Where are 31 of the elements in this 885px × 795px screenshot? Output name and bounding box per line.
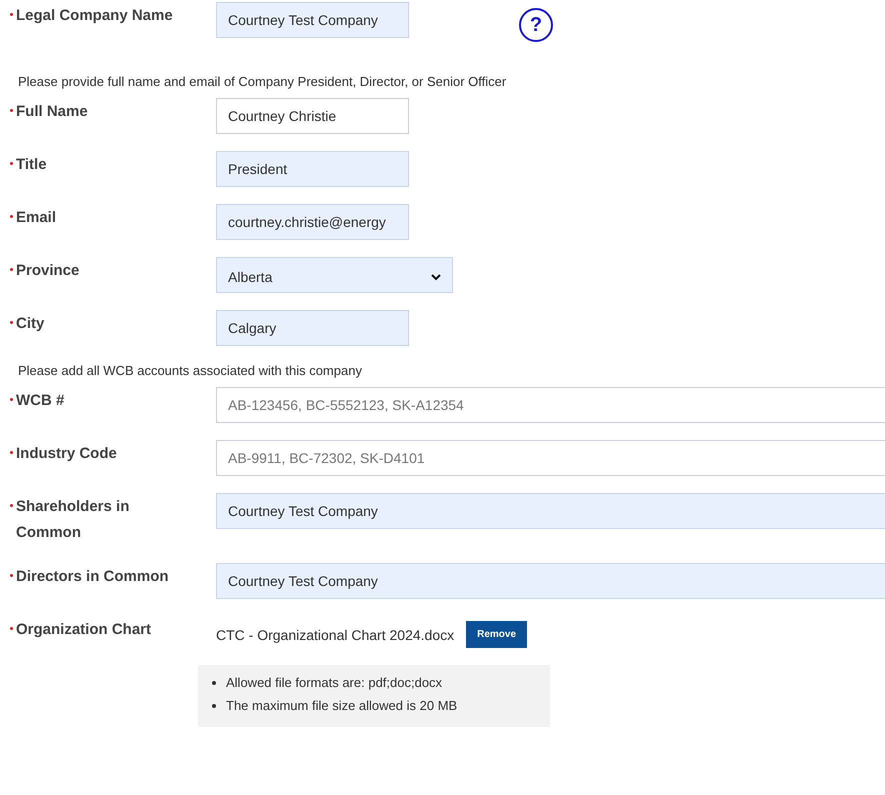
input-field[interactable]: Courtney Test Company xyxy=(216,493,885,529)
field-label: Directors in Common xyxy=(16,567,169,587)
instruction-text: Please add all WCB accounts associated with this company xyxy=(18,363,363,378)
rule-text: The maximum file size allowed is 20 MB xyxy=(226,697,458,715)
chevron-down-icon xyxy=(431,274,441,280)
rule-text: Allowed file formats are: pdf;doc;docx xyxy=(226,674,442,692)
field-label: Full Name xyxy=(16,102,88,122)
file-name: CTC - Organizational Chart 2024.docx xyxy=(216,626,454,642)
field-label: WCB # xyxy=(16,391,64,411)
field-label: Shareholders in Common xyxy=(16,497,130,543)
help-button[interactable]: ? xyxy=(519,8,553,42)
instruction-text: Please provide full name and email of Company President, Director, or Senior Officer xyxy=(18,74,508,89)
field-label: Title xyxy=(16,155,47,175)
bullet-icon xyxy=(212,680,216,684)
input-field[interactable]: AB-9911, BC-72302, SK-D4101 xyxy=(216,440,885,476)
input-field[interactable]: President xyxy=(216,151,409,187)
input-field[interactable]: Courtney Test Company xyxy=(216,2,409,38)
field-label: City xyxy=(16,314,44,334)
field-label: Industry Code xyxy=(16,444,117,464)
remove-button[interactable]: Remove xyxy=(466,621,528,648)
input-field[interactable]: Courtney Test Company xyxy=(216,563,885,599)
bullet-icon xyxy=(212,704,216,708)
field-label: Email xyxy=(16,208,56,228)
field-label: Legal Company Name xyxy=(16,6,173,26)
field-label: Organization Chart xyxy=(16,620,152,640)
input-field[interactable]: Calgary xyxy=(216,310,409,346)
field-label: Province xyxy=(16,261,80,281)
input-field[interactable]: AB-123456, BC-5552123, SK-A12354 xyxy=(216,387,885,423)
dropdown[interactable]: Alberta xyxy=(216,257,453,293)
input-field[interactable]: courtney.christie@energy xyxy=(216,204,409,240)
input-field[interactable]: Courtney Christie xyxy=(216,98,409,134)
